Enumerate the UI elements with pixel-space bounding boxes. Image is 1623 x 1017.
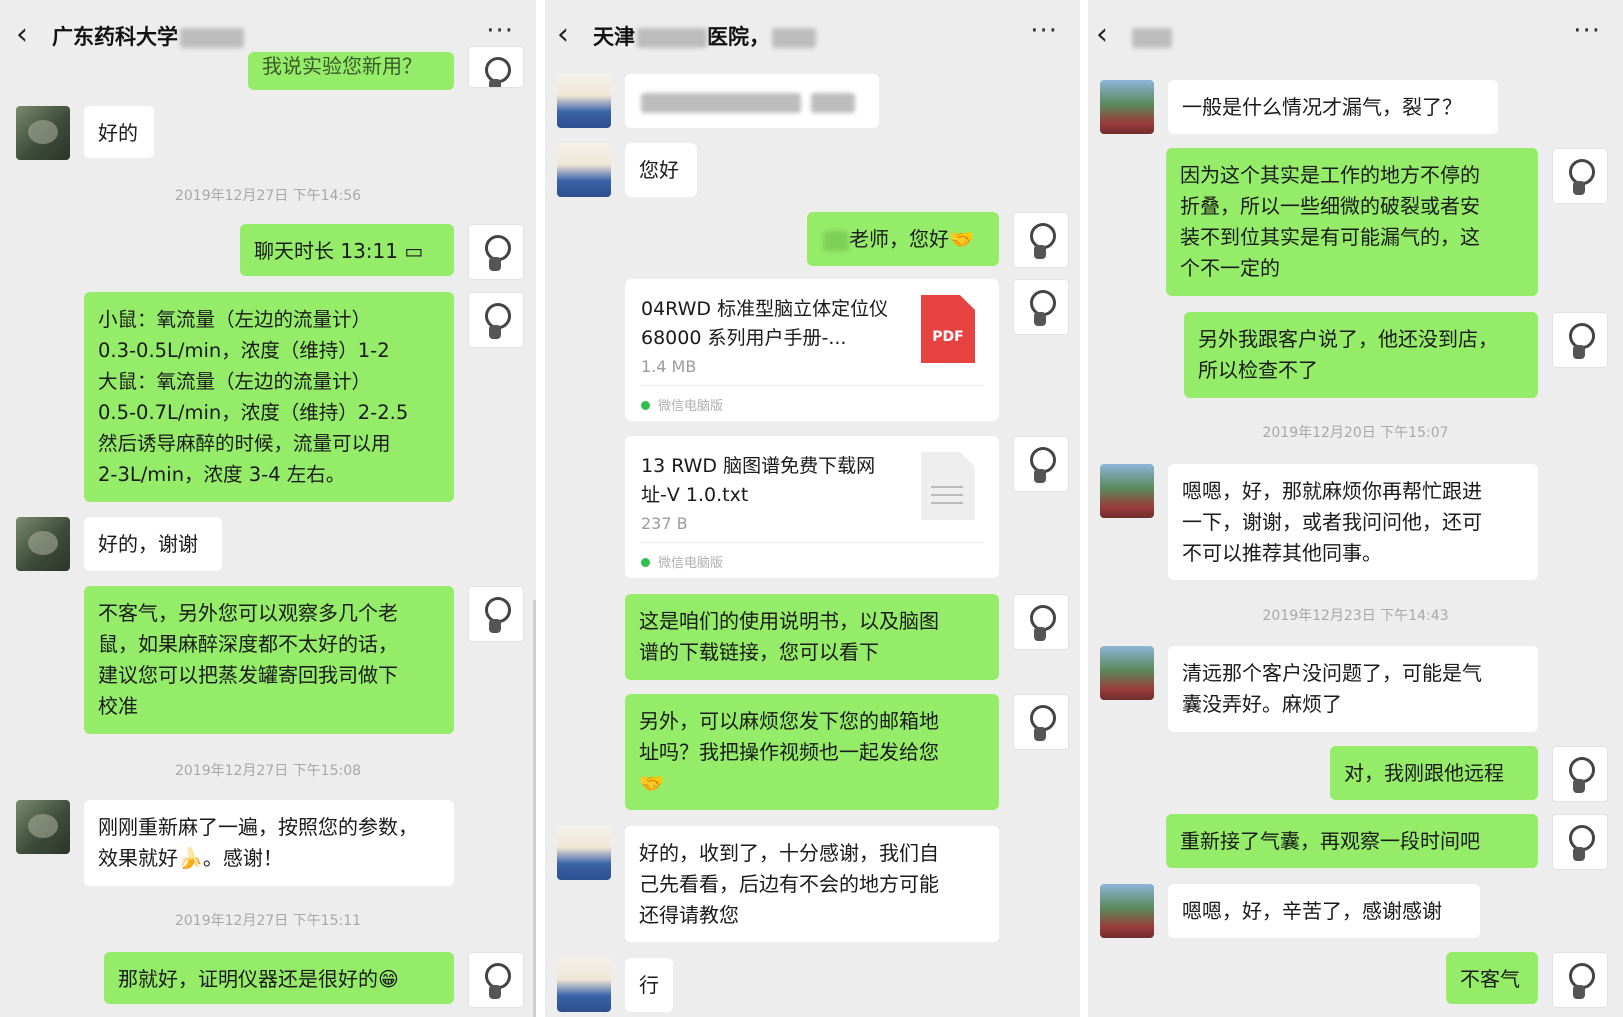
timestamp: 2019年12月23日 下午14:43 [1262,608,1449,624]
divider [641,385,983,386]
contact-avatar[interactable] [557,826,611,880]
message-bubble: 好的 [84,106,154,158]
my-avatar[interactable] [1013,594,1069,650]
message-bubble: 不客气，另外您可以观察多几个老 鼠，如果麻醉深度都不太好的话， 建议您可以把蒸发… [84,586,454,734]
call-duration-text: 聊天时长 13:11 [254,239,398,263]
file-message-txt[interactable]: 13 RWD 脑图谱免费下载网址-V 1.0.txt 237 B 微信电脑版 [625,436,999,578]
my-avatar[interactable] [468,586,524,642]
my-avatar[interactable] [1013,279,1069,335]
message-bubble: 对，我刚跟他远程 [1330,746,1538,800]
chat-title: 天津 医院， [593,24,816,50]
message-bubble: 行 [625,958,673,1012]
contact-avatar[interactable] [16,517,70,571]
timestamp: 2019年12月27日 下午15:11 [174,913,362,929]
message-bubble: 我说实验您新用？ [248,52,454,90]
my-avatar[interactable] [1013,212,1069,268]
my-avatar[interactable] [468,224,524,280]
my-avatar[interactable] [1552,952,1608,1008]
nav-bar: ‹ ··· [1088,0,1623,72]
panel-divider [1080,0,1088,1017]
divider [641,542,983,543]
more-icon[interactable]: ··· [1573,16,1601,46]
message-bubble-blurred [625,74,879,128]
chat-title: 广东药科大学 [52,24,244,50]
file-size: 237 B [641,514,688,533]
blurred-text [811,92,855,113]
blurred-name [1132,28,1172,48]
my-avatar[interactable] [1552,148,1608,204]
contact-avatar[interactable] [1100,646,1154,700]
blurred-text [641,92,801,113]
text-file-icon [921,452,975,520]
chat-panel-2: ‹ 天津 医院， ··· 您好 老师，您好🤝 04RWD 标准型脑立体定位仪 68… [545,0,1080,1017]
my-avatar[interactable] [468,46,524,88]
my-avatar[interactable] [1013,436,1069,492]
message-bubble: 一般是什么情况才漏气，裂了？ [1168,80,1498,134]
file-message-pdf[interactable]: 04RWD 标准型脑立体定位仪 68000 系列用户手册-... 1.4 MB … [625,279,999,421]
blurred-name [772,28,816,48]
message-bubble: 嗯嗯，好，辛苦了，感谢感谢 [1168,884,1480,938]
contact-avatar[interactable] [557,143,611,197]
more-icon[interactable]: ··· [1030,16,1058,46]
message-bubble: 另外，可以麻烦您发下您的邮箱地 址吗？我把操作视频也一起发给您 🤝 [625,694,999,810]
message-bubble: 嗯嗯，好，那就麻烦你再帮忙跟进 一下，谢谢，或者我问问他，还可 不可以推荐其他同… [1168,464,1538,580]
contact-avatar[interactable] [16,800,70,854]
back-icon[interactable]: ‹ [16,20,28,50]
chat-title [1130,24,1172,50]
contact-avatar[interactable] [16,106,70,160]
blurred-text [823,230,849,251]
pdf-file-icon: PDF [921,295,975,363]
call-duration-bubble[interactable]: 聊天时长 13:11 ▭ [240,224,454,276]
message-bubble: 不客气 [1446,952,1538,1004]
my-avatar[interactable] [468,292,524,348]
blurred-name [180,28,244,48]
message-bubble: 因为这个其实是工作的地方不停的 折叠，所以一些细微的破裂或者安 装不到位其实是有… [1166,148,1538,296]
timestamp: 2019年12月27日 下午15:08 [174,763,362,779]
contact-avatar[interactable] [1100,884,1154,938]
panel-divider [536,0,545,1017]
contact-avatar[interactable] [1100,80,1154,134]
message-bubble: 另外我跟客户说了，他还没到店， 所以检查不了 [1184,312,1538,398]
message-bubble: 小鼠：氧流量（左边的流量计） 0.3-0.5L/min，浓度（维持）1-2 大鼠… [84,292,454,502]
message-bubble: 刚刚重新麻了一遍，按照您的参数， 效果就好🍌。感谢！ [84,800,454,886]
contact-avatar[interactable] [557,958,611,1012]
chat-panel-1: ‹ 广东药科大学 ··· 我说实验您新用？ 好的 2019年12月27日 下午1… [0,0,536,1017]
more-icon[interactable]: ··· [486,16,514,46]
my-avatar[interactable] [1552,746,1608,802]
message-bubble: 您好 [625,143,697,197]
file-name: 13 RWD 脑图谱免费下载网址-V 1.0.txt [641,455,876,506]
file-source: 微信电脑版 [641,395,723,414]
contact-avatar[interactable] [1100,464,1154,518]
timestamp: 2019年12月20日 下午15:07 [1262,425,1449,441]
my-avatar[interactable] [468,952,524,1008]
my-avatar[interactable] [1552,312,1608,368]
my-avatar[interactable] [1552,814,1608,870]
message-bubble: 老师，您好🤝 [807,212,999,266]
blurred-name [637,28,707,48]
file-name: 04RWD 标准型脑立体定位仪 68000 系列用户手册-... [641,298,889,349]
message-bubble: 清远那个客户没问题了，可能是气 囊没弄好。麻烦了 [1168,646,1538,732]
message-bubble: 好的，谢谢 [84,517,222,571]
my-avatar[interactable] [1013,694,1069,750]
file-size: 1.4 MB [641,357,697,376]
contact-avatar[interactable] [557,74,611,128]
back-icon[interactable]: ‹ [1096,20,1108,50]
timestamp: 2019年12月27日 下午14:56 [174,188,362,204]
file-source: 微信电脑版 [641,552,723,571]
chat-panel-3: ‹ ··· 一般是什么情况才漏气，裂了？ 因为这个其实是工作的地方不停的 折叠，… [1088,0,1623,1017]
back-icon[interactable]: ‹ [557,20,569,50]
call-icon: ▭ [404,239,424,263]
message-bubble: 这是咱们的使用说明书，以及脑图 谱的下载链接，您可以看下 [625,594,999,680]
nav-bar: ‹ 天津 医院， ··· [545,0,1080,72]
message-bubble: 重新接了气囊，再观察一段时间吧 [1166,814,1538,868]
message-bubble: 那就好，证明仪器还是很好的😁 [104,952,454,1004]
message-bubble: 好的，收到了，十分感谢，我们自 己先看看，后边有不会的地方可能 还得请教您 [625,826,999,942]
